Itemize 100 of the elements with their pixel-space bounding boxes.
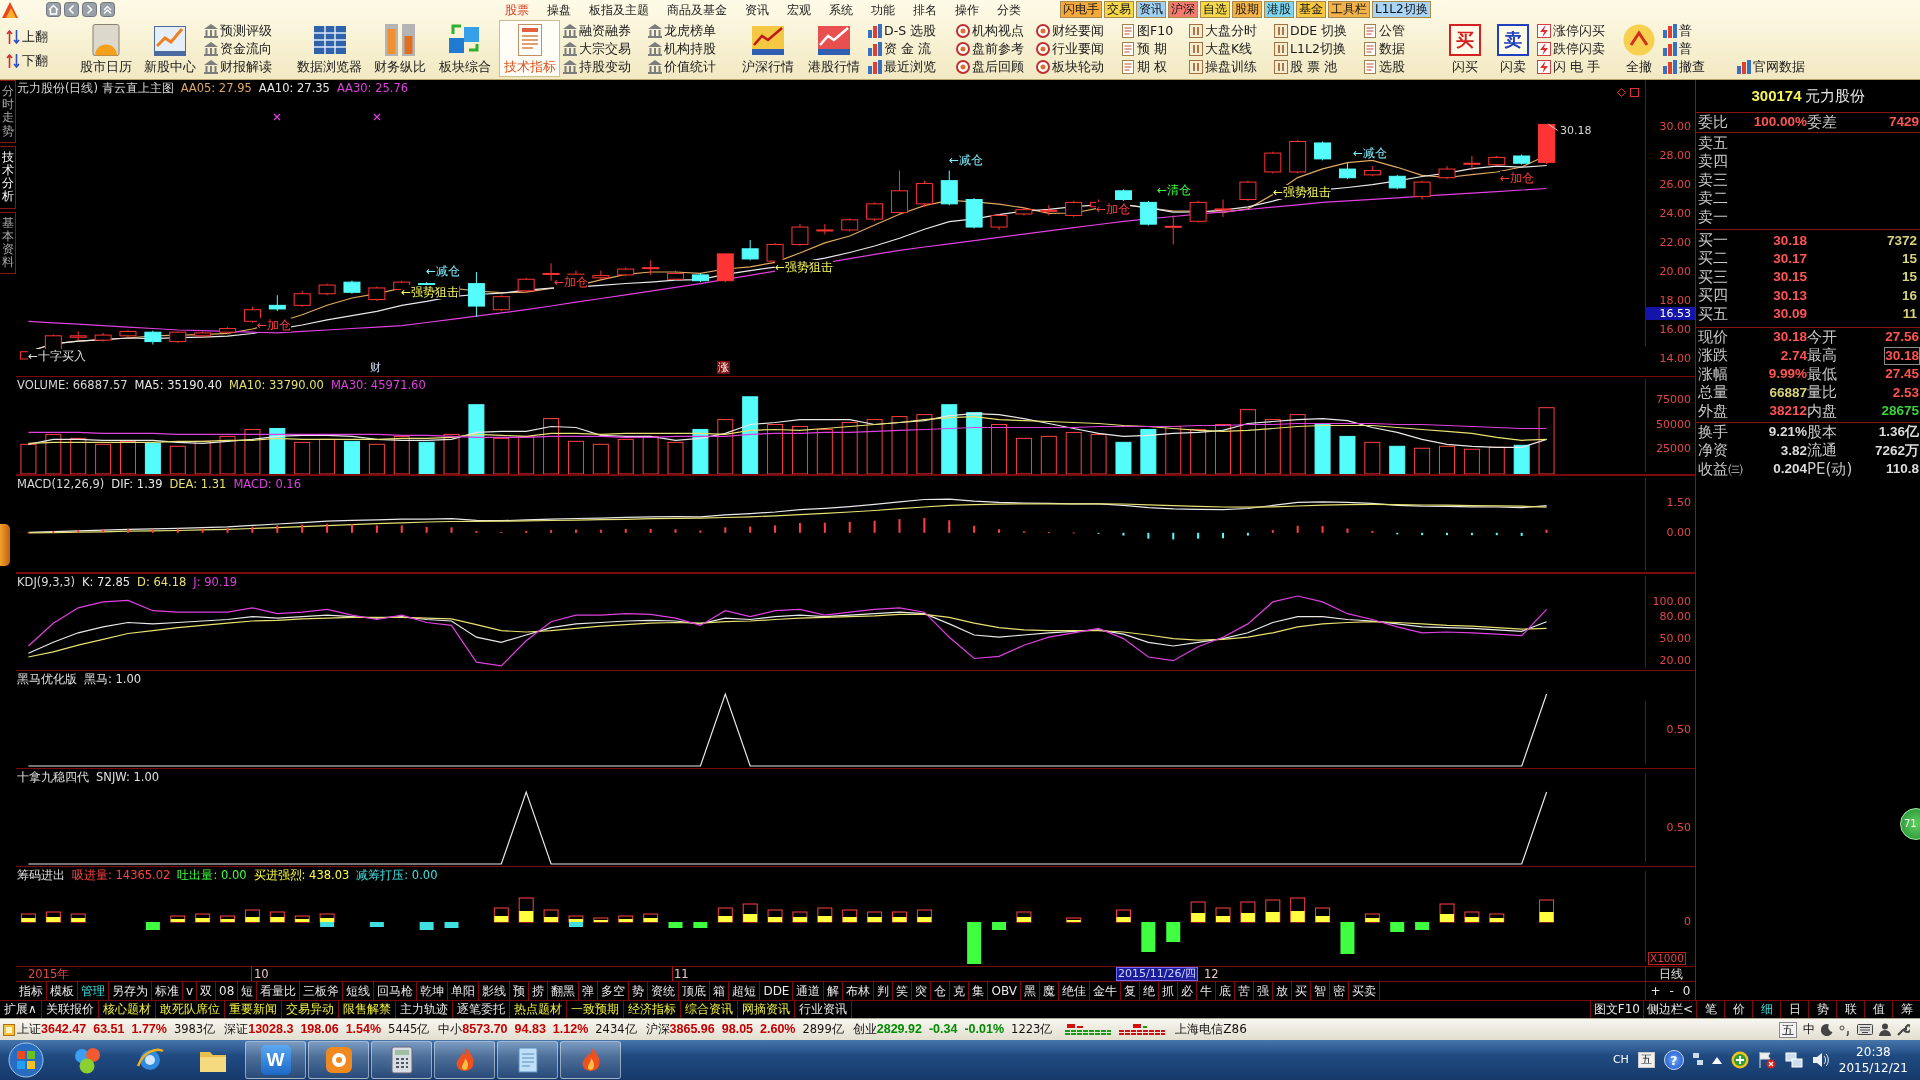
- indicator-tab[interactable]: 超短: [729, 982, 761, 1000]
- toolbar-item[interactable]: 机构视点: [955, 22, 1025, 40]
- flag-x-icon[interactable]: [1757, 1051, 1776, 1069]
- indicator-tab[interactable]: 箱: [710, 982, 730, 1000]
- toolbar-button[interactable]: 全撤: [1617, 20, 1660, 77]
- toolbar-item[interactable]: 普: [1662, 40, 1693, 58]
- menu-tab[interactable]: 宏观: [778, 0, 820, 19]
- toolbar-item[interactable]: 财报解读: [203, 58, 273, 76]
- indicator-tab[interactable]: 预: [510, 982, 530, 1000]
- quick-tab[interactable]: 自选: [1200, 1, 1230, 18]
- clock-date[interactable]: 2015/12/21: [1838, 1060, 1908, 1076]
- home-icon[interactable]: [46, 2, 61, 17]
- indicator-tab[interactable]: 捞: [529, 982, 549, 1000]
- indicator-tab[interactable]: 顶底: [679, 982, 711, 1000]
- menu-tab[interactable]: 系统: [820, 0, 862, 19]
- indicator-tab[interactable]: 指标: [16, 982, 47, 1000]
- indicator-tab[interactable]: 买卖: [1349, 982, 1380, 1000]
- ime-indicator[interactable]: 五: [1637, 1052, 1655, 1068]
- indicator-tab[interactable]: 克: [950, 982, 970, 1000]
- toolbar-item[interactable]: 行业要闻: [1035, 40, 1105, 58]
- toolbar-item[interactable]: 预 期: [1120, 40, 1168, 58]
- toolbar-item[interactable]: L1L2切换: [1273, 40, 1347, 58]
- taskbar-button[interactable]: [308, 1041, 369, 1079]
- taskbar-button[interactable]: [560, 1041, 621, 1079]
- taskbar-button[interactable]: W: [245, 1041, 306, 1079]
- menu-tab[interactable]: 操作: [946, 0, 988, 19]
- toolbar-button[interactable]: 财务纵比: [368, 20, 431, 77]
- toolbar-button[interactable]: 卖 闪卖: [1492, 20, 1534, 77]
- toolbar-item[interactable]: 撤查: [1662, 58, 1706, 76]
- keyboard-icon[interactable]: [1857, 1024, 1873, 1035]
- punctuation-icon[interactable]: [1839, 1023, 1851, 1036]
- menu-tab[interactable]: 资讯: [736, 0, 778, 19]
- menu-tab[interactable]: 板指及主题: [580, 0, 658, 19]
- toolbar-item[interactable]: 最近浏览: [867, 58, 937, 76]
- taskbar-button[interactable]: [434, 1041, 495, 1079]
- indicator-tab[interactable]: 金牛: [1090, 982, 1121, 1000]
- language-indicator[interactable]: CH: [1612, 1053, 1629, 1067]
- forward-icon[interactable]: [82, 2, 97, 17]
- toolbar-item[interactable]: D-S 选股: [867, 22, 938, 40]
- menu-tab[interactable]: 分类: [988, 0, 1030, 19]
- side-button[interactable]: 图文F10: [1589, 1001, 1643, 1018]
- toolbar-item[interactable]: 闪 电 手: [1536, 58, 1601, 76]
- menu-tab[interactable]: 功能: [862, 0, 904, 19]
- menu-tab[interactable]: 操盘: [538, 0, 580, 19]
- plus-circle-icon[interactable]: [1730, 1051, 1749, 1069]
- indicator-tab[interactable]: 布林: [843, 982, 875, 1000]
- toolbar-item[interactable]: 融资融券: [562, 22, 632, 40]
- indicator-tab[interactable]: 突: [912, 982, 932, 1000]
- indicator-tab[interactable]: 解: [824, 982, 844, 1000]
- indicator-tab[interactable]: 多空: [598, 982, 630, 1000]
- toolbar-button[interactable]: 港股行情: [802, 20, 865, 77]
- toolbar-item[interactable]: 公管: [1362, 22, 1406, 40]
- taskbar-button[interactable]: [371, 1041, 432, 1079]
- indicator-tab[interactable]: 通道: [793, 982, 825, 1000]
- ime-indicator[interactable]: 五: [1779, 1021, 1797, 1038]
- toolbar-item[interactable]: 预测评级: [203, 22, 273, 40]
- indicator-tab[interactable]: 管理: [78, 982, 109, 1000]
- side-tab[interactable]: 技术分析: [0, 145, 16, 209]
- toolbar-item[interactable]: 资金流向: [203, 40, 273, 58]
- quick-tab[interactable]: 沪深: [1168, 1, 1198, 18]
- toolbar-item[interactable]: 期 权: [1120, 58, 1168, 76]
- toolbar-item[interactable]: 机构持股: [647, 40, 717, 58]
- collapse-handle[interactable]: [0, 524, 10, 566]
- caret-up-icon[interactable]: [1711, 1056, 1722, 1064]
- indicator-tab[interactable]: 短: [238, 982, 258, 1000]
- indicator-tab[interactable]: 模板: [47, 982, 78, 1000]
- pager-button[interactable]: 下翻: [5, 52, 49, 70]
- indicator-tab[interactable]: 乾坤: [417, 982, 449, 1000]
- menu-tab[interactable]: 股票: [496, 0, 538, 19]
- quick-tab[interactable]: 股期: [1232, 1, 1262, 18]
- moon-icon[interactable]: [1821, 1023, 1833, 1036]
- indicator-tab[interactable]: 弹: [579, 982, 599, 1000]
- toolbar-button[interactable]: 沪深行情: [737, 20, 798, 77]
- indicator-tab[interactable]: 绝佳: [1059, 982, 1090, 1000]
- toolbar-item[interactable]: DDE 切换: [1273, 22, 1349, 40]
- indicator-tab[interactable]: 双: [197, 982, 217, 1000]
- toolbar-item[interactable]: 资 金 流: [867, 40, 932, 58]
- indicator-tab[interactable]: 三板斧: [300, 982, 344, 1000]
- toolbar-item[interactable]: 选股: [1362, 58, 1406, 76]
- quick-tab[interactable]: 交易: [1104, 1, 1134, 18]
- indicator-tab[interactable]: 仓: [931, 982, 951, 1000]
- side-tab[interactable]: 基本资料: [0, 211, 16, 275]
- quick-tab[interactable]: 基金: [1296, 1, 1326, 18]
- toolbar-item[interactable]: 盘前参考: [955, 40, 1025, 58]
- toolbar-item[interactable]: 盘后回顾: [955, 58, 1025, 76]
- person-icon[interactable]: [1879, 1023, 1891, 1036]
- toolbar-item[interactable]: 数据: [1362, 40, 1406, 58]
- indicator-tab[interactable]: 势: [629, 982, 649, 1000]
- toolbar-item[interactable]: 官网数据: [1736, 58, 1806, 76]
- toolbar-item[interactable]: 龙虎榜单: [647, 22, 717, 40]
- toolbar-button[interactable]: 数据浏览器: [295, 20, 364, 77]
- toolbar-item[interactable]: 板块轮动: [1035, 58, 1105, 76]
- network-icon[interactable]: [1784, 1052, 1803, 1068]
- toolbar-button[interactable]: 股市日历: [77, 20, 135, 77]
- toolbar-item[interactable]: 图F10: [1120, 22, 1175, 40]
- indicator-tab[interactable]: 判: [874, 982, 894, 1000]
- toolbar-item[interactable]: 操盘训练: [1188, 58, 1258, 76]
- back-icon[interactable]: [64, 2, 79, 17]
- toolbar-item[interactable]: 大盘K线: [1188, 40, 1254, 58]
- stacked-squares-icon[interactable]: [1692, 1053, 1703, 1067]
